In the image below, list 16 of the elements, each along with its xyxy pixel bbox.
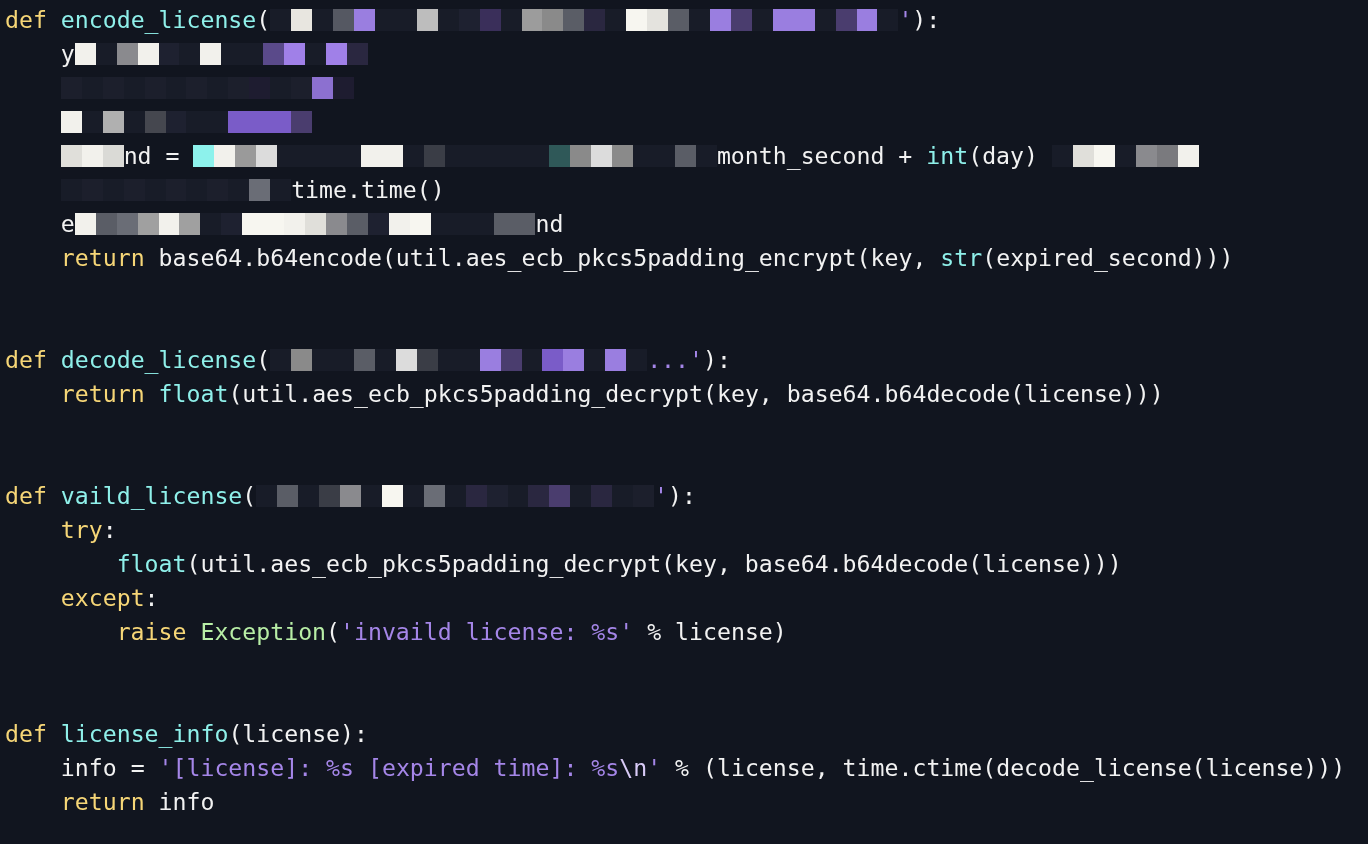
code-line: return base64.b64encode(util.aes_ecb_pkcs5padding_encrypt(key, str(expired_second))) [60,243,1234,274]
code-line: return float(util.aes_ecb_pkcs5padding_decrypt(key, base64.b64decode(license))) [60,379,1164,410]
code-line: return info [60,787,215,817]
code-line: def decode_license( ...'): [5,345,731,376]
code-line: info = '[license]: %s [expired time]: %s\n' % (license, time.ctime(decode_license(license))) [60,753,1346,784]
code-line: nd = month_second + int(day) [60,139,1199,173]
code-line: def license_info(license): [5,719,368,750]
code-line: try: [60,515,117,545]
code-line: time.time() [60,173,445,207]
code-line: y [60,37,368,71]
code-line: def encode_license( '): [5,5,941,36]
code-line: float(util.aes_ecb_pkcs5padding_decrypt(key, base64.b64decode(license))) [116,549,1122,580]
code-line: except: [60,583,159,613]
code-line: def vaild_license( '): [5,481,696,512]
code-line: raise Exception('invaild license: %s' % license) [116,617,787,647]
code-line: e nd [60,209,564,239]
